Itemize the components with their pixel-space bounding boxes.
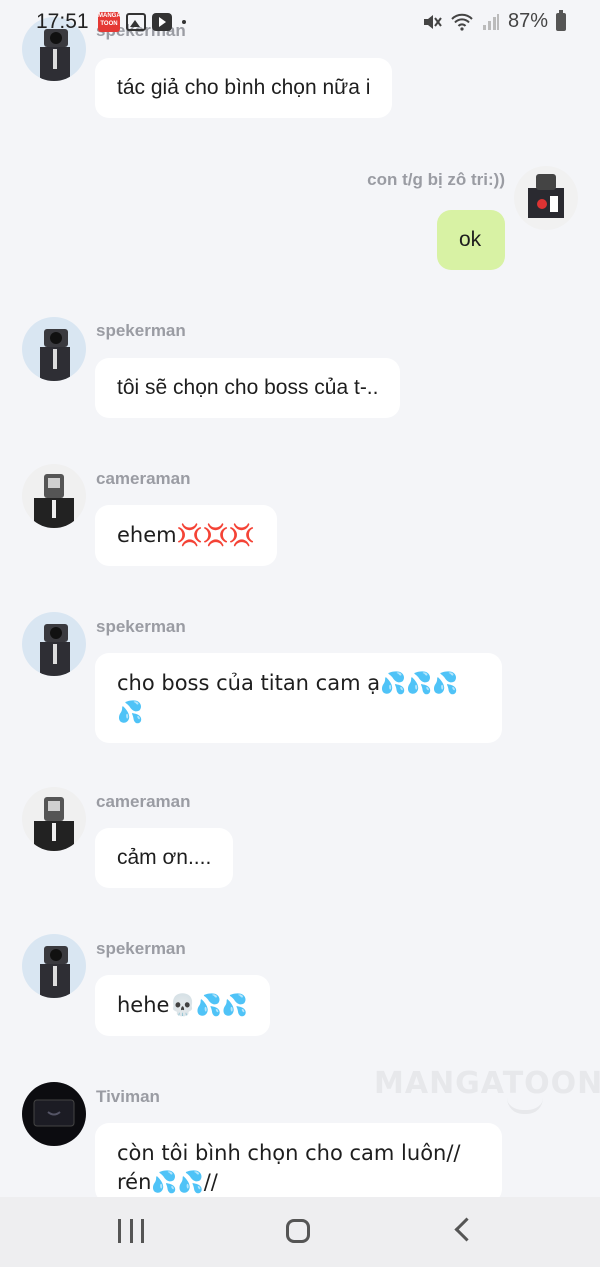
avatar-me[interactable] xyxy=(514,166,578,230)
signal-icon xyxy=(482,13,499,30)
wifi-icon xyxy=(451,13,473,31)
avatar-spekerman[interactable] xyxy=(22,612,86,676)
status-right: 87% xyxy=(422,9,566,33)
sender-name: spekerman xyxy=(96,617,186,636)
message-text: còn tôi bình chọn cho cam luôn// rén💦💦// xyxy=(117,1141,461,1194)
watermark-smile-icon xyxy=(507,1098,543,1114)
sender-name: spekerman xyxy=(96,321,186,340)
message-bubble[interactable]: cho boss của titan cam ạ💦💦💦💦 xyxy=(95,653,502,743)
gallery-icon xyxy=(126,13,146,31)
message-text: cho boss của titan cam ạ💦💦💦💦 xyxy=(117,671,459,724)
sender-name: spekerman xyxy=(96,939,186,958)
video-icon xyxy=(152,13,172,31)
message-bubble[interactable]: tác giả cho bình chọn nữa i xyxy=(95,58,393,118)
avatar-spekerman[interactable] xyxy=(22,934,86,998)
status-bar: 17:51 MANGA TOON 87% xyxy=(0,0,600,44)
home-icon[interactable] xyxy=(286,1219,310,1243)
message-bubble[interactable]: hehe💀💦💦 xyxy=(95,975,270,1036)
mute-icon xyxy=(423,14,442,29)
back-icon[interactable] xyxy=(454,1217,479,1242)
sender-name: cameraman xyxy=(96,792,191,811)
more-notifications-icon xyxy=(182,20,186,24)
message-text: ehem💢💢💢 xyxy=(117,523,256,547)
message-bubble[interactable]: ehem💢💢💢 xyxy=(95,505,278,566)
message-text: hehe💀💦💦 xyxy=(117,993,248,1017)
avatar-cameraman[interactable] xyxy=(22,464,86,528)
message-bubble[interactable]: còn tôi bình chọn cho cam luôn// rén💦💦// xyxy=(95,1123,502,1203)
avatar-tiviman[interactable] xyxy=(22,1082,86,1146)
avatar-spekerman[interactable] xyxy=(22,317,86,381)
mangatoon-watermark: MANGATOON xyxy=(374,1066,600,1101)
notification-icons: MANGA TOON xyxy=(98,12,186,32)
battery-percent: 87% xyxy=(507,10,548,32)
message-bubble-me[interactable]: ok xyxy=(437,210,505,270)
sender-name: Tiviman xyxy=(96,1087,160,1106)
recents-icon[interactable] xyxy=(118,1219,144,1243)
sender-name: cameraman xyxy=(96,469,191,488)
message-bubble[interactable]: tôi sẽ chọn cho boss của t-.. xyxy=(95,358,401,418)
status-time: 17:51 xyxy=(36,10,89,33)
battery-icon xyxy=(556,9,566,31)
sender-name-me: con t/g bị zô tri:)) xyxy=(367,170,505,189)
mangatoon-app-icon: MANGA TOON xyxy=(98,12,121,32)
message-bubble[interactable]: cảm ơn.... xyxy=(95,828,234,888)
avatar-cameraman[interactable] xyxy=(22,787,86,851)
system-navigation-bar xyxy=(0,1197,600,1267)
